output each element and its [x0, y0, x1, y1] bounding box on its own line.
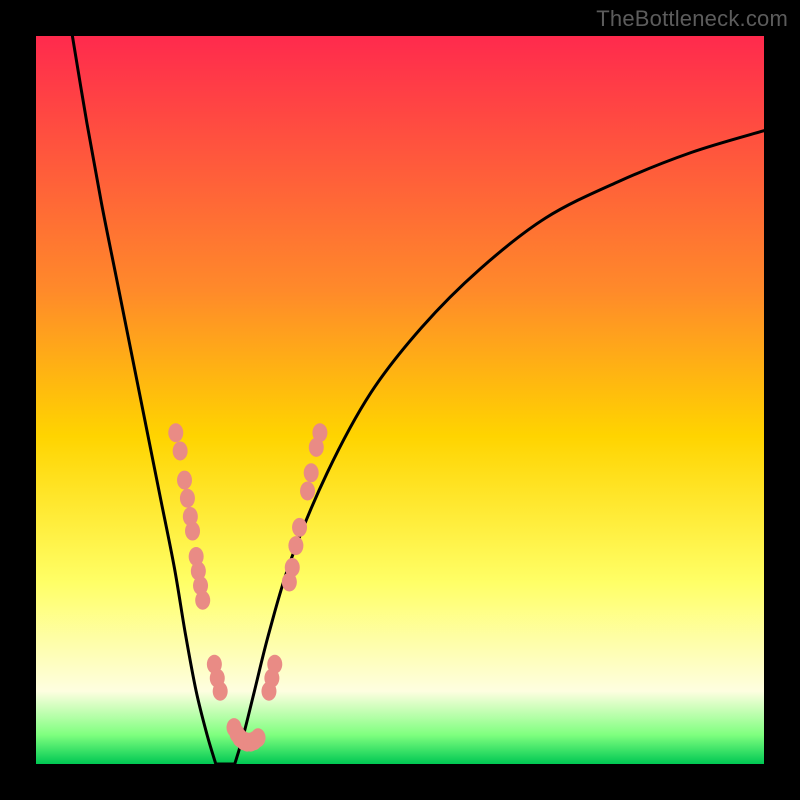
marker-point: [168, 423, 183, 442]
marker-point: [288, 536, 303, 555]
marker-point: [304, 463, 319, 482]
marker-point: [251, 728, 266, 747]
chart-plot-area: [36, 36, 764, 764]
marker-point: [185, 522, 200, 541]
chart-svg: [36, 36, 764, 764]
marker-point: [177, 471, 192, 490]
gradient-background: [36, 36, 764, 764]
marker-point: [267, 655, 282, 674]
marker-point: [180, 489, 195, 508]
marker-point: [300, 482, 315, 501]
marker-point: [292, 518, 307, 537]
marker-point: [285, 558, 300, 577]
watermark-text: TheBottleneck.com: [596, 6, 788, 32]
marker-point: [312, 423, 327, 442]
chart-frame: TheBottleneck.com: [0, 0, 800, 800]
marker-point: [195, 591, 210, 610]
marker-point: [173, 441, 188, 460]
marker-point: [213, 682, 228, 701]
